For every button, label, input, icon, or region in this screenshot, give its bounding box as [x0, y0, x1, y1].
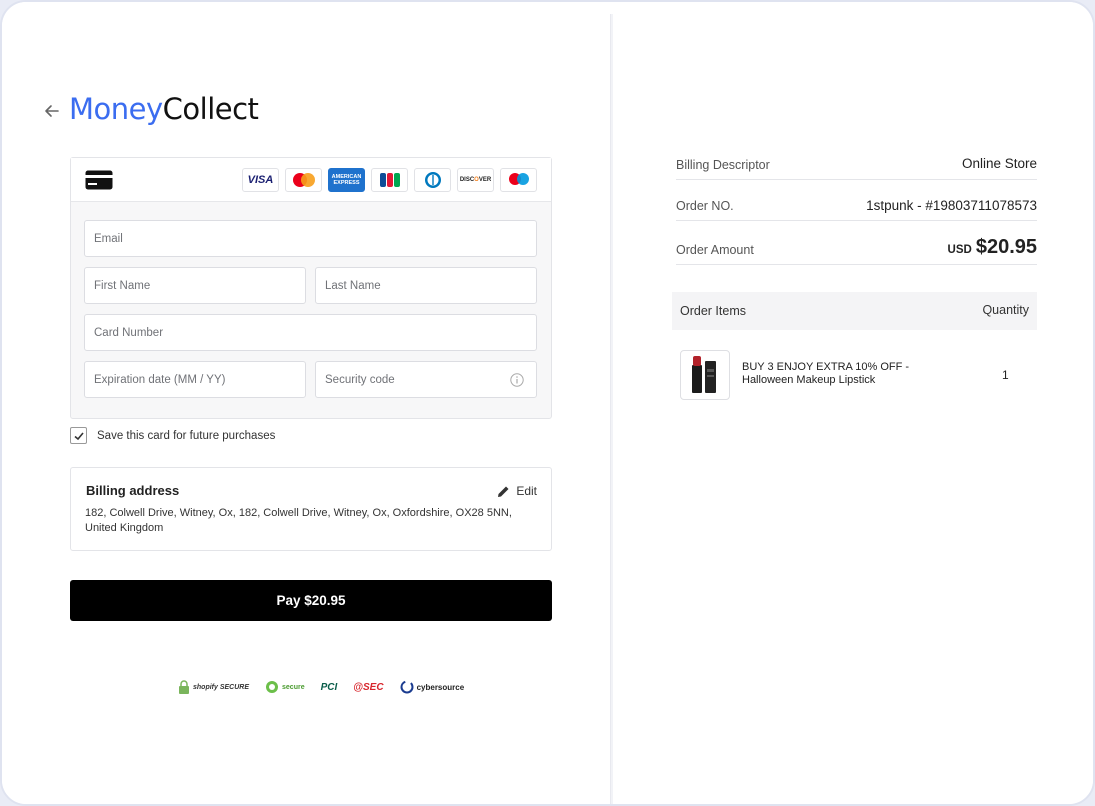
- cybersource-badge: cybersource: [400, 680, 464, 694]
- credit-card-icon: [85, 170, 113, 190]
- first-name-field[interactable]: First Name: [84, 267, 306, 304]
- billing-address-text: 182, Colwell Drive, Witney, Ox, 182, Col…: [85, 507, 512, 534]
- pencil-icon: [498, 486, 509, 497]
- product-thumbnail: [680, 350, 730, 400]
- mastercard-logo-icon: [285, 168, 322, 192]
- shopify-secure-badge: shopify SECURE: [178, 680, 249, 694]
- card-form-header: VISA AMERICAN EXPRESS DISCOVER: [71, 158, 551, 202]
- payment-pane: MoneyCollect VISA AMERICAN EXPRESS DISCO…: [2, 2, 610, 804]
- order-amount-value: USD $20.95: [948, 236, 1037, 259]
- info-icon[interactable]: [510, 373, 524, 387]
- order-amount-row: Order Amount USD $20.95: [676, 234, 1037, 265]
- product-name: BUY 3 ENJOY EXTRA 10% OFF - Halloween Ma…: [742, 361, 910, 386]
- order-number-value: 1stpunk - #19803711078573: [866, 198, 1037, 213]
- discover-logo-icon: DISCOVER: [457, 168, 494, 192]
- billing-descriptor-row: Billing Descriptor Online Store: [676, 154, 1037, 180]
- save-card-checkbox[interactable]: [70, 427, 87, 444]
- billing-address-title: Billing address: [86, 483, 180, 498]
- quantity-label: Quantity: [982, 303, 1029, 317]
- billing-address-box: Billing address Edit 182, Colwell Drive,…: [70, 467, 552, 551]
- jcb-logo-icon: [371, 168, 408, 192]
- product-quantity: 1: [1002, 368, 1009, 382]
- card-brand-list: VISA AMERICAN EXPRESS DISCOVER: [242, 168, 537, 192]
- edit-billing-button[interactable]: Edit: [497, 484, 537, 498]
- visa-logo-icon: VISA: [242, 168, 279, 192]
- secure-seal-icon: [266, 681, 279, 693]
- diners-club-logo-icon: [414, 168, 451, 192]
- expiration-date-field[interactable]: Expiration date (MM / YY): [84, 361, 306, 398]
- order-summary-pane: Billing Descriptor Online Store Order NO…: [614, 2, 1093, 804]
- lipstick-image-icon: [692, 356, 716, 393]
- cybersource-logo-icon: [400, 680, 414, 694]
- trust-badges: shopify SECURE secure PCI @SEC cybersour…: [178, 680, 464, 694]
- secure-badge: secure: [265, 680, 305, 694]
- security-code-field[interactable]: Security code: [315, 361, 537, 398]
- amount-number: $20.95: [975, 236, 1037, 258]
- checkout-window: MoneyCollect VISA AMERICAN EXPRESS DISCO…: [0, 0, 1095, 806]
- save-card-label: Save this card for future purchases: [97, 429, 276, 442]
- maestro-logo-icon: [500, 168, 537, 192]
- back-arrow-icon[interactable]: [42, 101, 62, 121]
- card-number-field[interactable]: Card Number: [84, 314, 537, 351]
- order-items-label: Order Items: [680, 304, 746, 318]
- pane-divider: [610, 14, 613, 804]
- order-amount-label: Order Amount: [676, 243, 754, 257]
- pci-badge: PCI: [320, 681, 338, 693]
- moneycollect-logo: MoneyCollect: [69, 92, 259, 126]
- pay-button[interactable]: Pay $20.95: [70, 580, 552, 621]
- asec-badge: @SEC: [353, 681, 384, 693]
- edit-label: Edit: [516, 484, 537, 498]
- card-form: VISA AMERICAN EXPRESS DISCOVER Email Fir…: [70, 157, 552, 419]
- checkmark-icon: [73, 431, 84, 440]
- order-number-row: Order NO. 1stpunk - #19803711078573: [676, 195, 1037, 221]
- security-code-placeholder: Security code: [325, 373, 395, 386]
- billing-descriptor-value: Online Store: [961, 156, 1037, 171]
- email-field[interactable]: Email: [84, 220, 537, 257]
- last-name-field[interactable]: Last Name: [315, 267, 537, 304]
- currency-code: USD: [947, 244, 972, 256]
- billing-descriptor-label: Billing Descriptor: [676, 158, 770, 172]
- order-number-label: Order NO.: [676, 199, 734, 213]
- amex-logo-icon: AMERICAN EXPRESS: [328, 168, 365, 192]
- order-items-header: Order Items Quantity: [672, 292, 1037, 330]
- lock-icon: [179, 680, 189, 694]
- save-card-row: Save this card for future purchases: [70, 427, 275, 444]
